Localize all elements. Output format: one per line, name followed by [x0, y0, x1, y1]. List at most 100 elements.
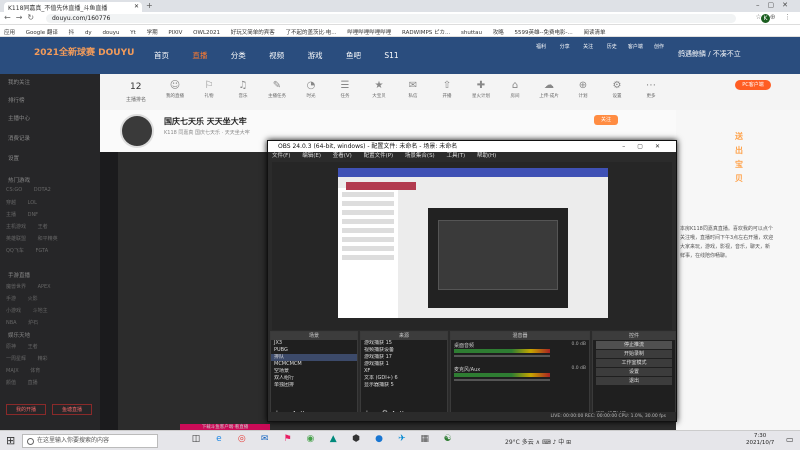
tool-item[interactable]: ◔ 时光 — [296, 80, 326, 99]
scene-item[interactable]: 双人组行 — [271, 375, 357, 382]
category-row[interactable]: 穿越 LOL — [6, 199, 37, 206]
source-item[interactable]: 游戏捕获 17 — [361, 354, 447, 361]
app-icon[interactable]: ▲ — [323, 434, 343, 444]
pc-client-button[interactable]: PC客户端 — [735, 80, 771, 90]
tool-item[interactable]: ⊕ 计划 — [568, 80, 598, 99]
sidebar-item[interactable]: 热门游戏 — [8, 176, 30, 184]
category-row[interactable]: 一周星辉 精彩 — [6, 355, 48, 362]
scene-item-selected[interactable]: 排队 — [271, 354, 357, 361]
category-row[interactable]: 主播 DNF — [6, 211, 38, 218]
volume-slider[interactable] — [454, 379, 550, 381]
nav-home[interactable]: 首页 — [154, 51, 169, 60]
source-item[interactable]: 游戏捕获 1 — [361, 361, 447, 368]
nav-s11[interactable]: S11 — [384, 51, 398, 60]
bookmark[interactable]: PIXIV — [168, 30, 182, 36]
nav-yuba[interactable]: 鱼吧 — [346, 51, 361, 60]
obs-icon[interactable]: ⬢ — [346, 434, 366, 444]
obs-preview[interactable] — [272, 162, 672, 330]
profile-avatar[interactable]: K — [761, 14, 770, 23]
exit-button[interactable]: 退出 — [596, 377, 672, 385]
tool-item[interactable]: ⋯ 更多 — [636, 80, 666, 99]
studio-mode-button[interactable]: 工作室模式 — [596, 359, 672, 367]
sidebar-item[interactable]: 娱乐天地 — [8, 331, 30, 339]
tool-item[interactable]: ⚙ 设置 — [602, 80, 632, 99]
tool-item[interactable]: ✎ 主播任务 — [262, 80, 292, 99]
source-item[interactable]: 文本 (GDI+) 6 — [361, 375, 447, 382]
tool-item[interactable]: ⌂ 房间 — [500, 80, 530, 99]
chrome-icon[interactable]: ◉ — [300, 434, 320, 444]
obs-menu-item[interactable]: 帮助(H) — [477, 153, 496, 159]
nav-video[interactable]: 视频 — [269, 51, 284, 60]
category-row[interactable]: 颜值 直播 — [6, 379, 38, 386]
sidebar-item[interactable]: 排行榜 — [8, 96, 25, 104]
category-row[interactable]: CS:GO DOTA2 — [6, 187, 51, 193]
browser-tab[interactable]: K118同嘉真_不值先休直播_斗鱼直播 ✕ — [4, 2, 142, 12]
bookmark[interactable]: 攻略 — [493, 30, 504, 36]
sidebar-item[interactable]: 主播中心 — [8, 114, 30, 122]
scene-item[interactable]: MCMCMCM — [271, 361, 357, 368]
category-row[interactable]: 魔兽世界 APEX — [6, 283, 51, 290]
tool-item[interactable]: ★ 大宝贝 — [364, 80, 394, 99]
header-link[interactable]: 历史 — [601, 43, 623, 50]
edge-icon[interactable]: e — [209, 434, 229, 444]
obs-menu-item[interactable]: 文件(F) — [272, 153, 290, 159]
tool-item[interactable]: ⚐ 礼物 — [194, 80, 224, 99]
stop-streaming-button[interactable]: 停止推流 — [596, 341, 672, 349]
app-icon[interactable]: ⚑ — [278, 434, 298, 444]
start-recording-button[interactable]: 开始录制 — [596, 350, 672, 358]
bookmark[interactable]: RADWIMPS ピカ... — [402, 30, 450, 36]
obs-menu-item[interactable]: 场景集合(S) — [405, 153, 435, 159]
sidebar-item[interactable]: 消费记录 — [8, 134, 30, 142]
bookmark[interactable]: douyu — [102, 30, 119, 36]
source-item[interactable]: 显示器捕获 5 — [361, 382, 447, 389]
obs-menu-item[interactable]: 工具(T) — [446, 153, 465, 159]
bookmark[interactable]: shuttau — [461, 30, 482, 36]
scene-item[interactable]: PUBG — [271, 347, 357, 354]
tool-item[interactable]: ☁ 上传·成片 — [534, 80, 564, 99]
tool-item[interactable]: ♫ 音乐 — [228, 80, 258, 99]
bookmark[interactable]: dy — [85, 30, 92, 36]
volume-slider[interactable] — [454, 355, 550, 357]
scene-item[interactable]: 单独团排 — [271, 382, 357, 389]
bookmark[interactable]: 抖 — [69, 30, 75, 36]
mail-icon[interactable]: ✉ — [255, 434, 275, 444]
bookmark[interactable]: Google 翻译 — [26, 30, 58, 36]
new-tab-icon[interactable]: + — [146, 1, 153, 10]
category-row[interactable]: 手游 火影 — [6, 295, 38, 302]
scene-item[interactable]: 空场景 — [271, 368, 357, 375]
nav-live[interactable]: 直播 — [192, 51, 207, 60]
category-row[interactable]: NBA 炉石 — [6, 319, 38, 326]
taskview-icon[interactable]: ◫ — [186, 434, 206, 444]
tool-item[interactable]: ⇧ 开播 — [432, 80, 462, 99]
bookmark[interactable]: 阅读清单 — [583, 30, 605, 36]
category-row[interactable]: 小游戏 斗地主 — [6, 307, 48, 314]
app-icon[interactable]: ▦ — [415, 434, 435, 444]
taskbar-search-input[interactable]: 在这里输入你要搜索的内容 — [22, 434, 158, 448]
taskbar-clock[interactable]: 7:30 2021/10/7 — [746, 433, 774, 447]
source-item[interactable]: 视频捕获设备 — [361, 347, 447, 354]
tool-item[interactable]: ☰ 任务 — [330, 80, 360, 99]
netease-icon[interactable]: ◎ — [232, 434, 252, 444]
fishpond-button[interactable]: 鱼塘直播 — [52, 404, 92, 415]
tool-item[interactable]: ☺ 我的直播 — [160, 80, 190, 99]
category-row[interactable]: 原神 王者 — [6, 343, 38, 350]
bookmark[interactable]: Yt — [130, 30, 136, 36]
app-icon[interactable]: ● — [369, 434, 389, 444]
category-row[interactable]: 主机游戏 王者 — [6, 223, 48, 230]
my-live-button[interactable]: 我的开播 — [6, 404, 46, 415]
category-row[interactable]: QQ飞车 FGTA — [6, 247, 48, 254]
obs-menu-item[interactable]: 配置文件(P) — [364, 153, 394, 159]
notification-icon[interactable]: ▭ — [786, 435, 794, 444]
settings-button[interactable]: 设置 — [596, 368, 672, 376]
obs-menu-item[interactable]: 编辑(E) — [302, 153, 321, 159]
header-link[interactable]: 分享 — [554, 43, 576, 50]
nav-category[interactable]: 分类 — [231, 51, 246, 60]
scene-item[interactable]: JX3 — [271, 340, 357, 347]
user-name[interactable]: 鸽遇鲸鳞 / 不凑不立 — [678, 49, 741, 59]
bookmark[interactable]: 学期 — [147, 30, 158, 36]
bookmark[interactable]: 5599英雄--免费电影-... — [515, 30, 573, 36]
source-item[interactable]: XF — [361, 368, 447, 375]
url-input[interactable]: douyu.com/160776 — [46, 14, 736, 23]
bookmark[interactable]: 应用 — [4, 30, 15, 36]
bookmark[interactable]: 了不起的盖茨比·电... — [286, 30, 337, 36]
